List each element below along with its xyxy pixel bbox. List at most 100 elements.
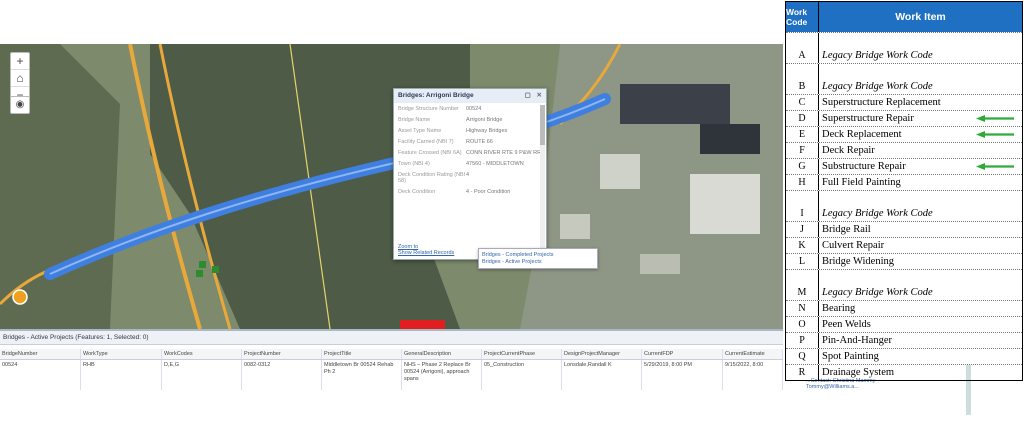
- table-row[interactable]: 00524 RHB D,E,G 0082-0312 Middletown Br …: [0, 360, 783, 390]
- popup-field: Town (NBI 4) 47560 - MIDDLETOWN: [398, 161, 542, 167]
- column-header[interactable]: WorkCodes: [162, 349, 242, 359]
- work-item: Drainage System: [819, 365, 1022, 380]
- work-item: Bearing: [819, 301, 1022, 316]
- popup-field: Feature Crossed (NBI 6A) CONN RIVER RTE 9…: [398, 150, 542, 156]
- work-code: D: [786, 111, 819, 126]
- work-code: A: [786, 33, 819, 63]
- green-arrow-icon: [976, 163, 1014, 170]
- table-cell: Lonsdale,Randall K: [562, 360, 642, 390]
- work-item: Culvert Repair: [819, 238, 1022, 253]
- work-code: R: [786, 365, 819, 380]
- work-code-row: B Legacy Bridge Work Code: [786, 63, 1022, 94]
- work-item: Legacy Bridge Work Code: [819, 64, 1022, 94]
- table-cell: Middletown Br 00524 Rehab Ph 2: [322, 360, 402, 390]
- work-code-row: K Culvert Repair: [786, 237, 1022, 253]
- work-code-header: Work Code Work Item: [786, 2, 1022, 32]
- work-code-row: F Deck Repair: [786, 142, 1022, 158]
- work-code-row: I Legacy Bridge Work Code: [786, 190, 1022, 221]
- close-icon[interactable]: ✕: [537, 92, 542, 99]
- feature-popup: Bridges: Arrigoni Bridge ▢ ✕ Bridge Stru…: [393, 88, 547, 260]
- column-header[interactable]: CurrentEstimate: [723, 349, 783, 359]
- field-label: Deck Condition Rating (NBI 58): [398, 172, 466, 184]
- work-item: Spot Painting: [819, 349, 1022, 364]
- table-cell: D,E,G: [162, 360, 242, 390]
- field-value: CONN RIVER RTE 9 P&W RR: [466, 150, 542, 156]
- column-header[interactable]: ProjectTitle: [322, 349, 402, 359]
- work-code-row: P Pin-And-Hanger: [786, 332, 1022, 348]
- work-item-label: Superstructure Repair: [822, 113, 914, 124]
- maximize-icon[interactable]: ▢: [525, 92, 531, 99]
- work-code-row: J Bridge Rail: [786, 221, 1022, 237]
- field-label: Feature Crossed (NBI 6A): [398, 150, 462, 156]
- column-header[interactable]: ProjectCurrentPhase: [482, 349, 562, 359]
- column-header[interactable]: GeneralDescription: [402, 349, 482, 359]
- menu-item-completed-projects[interactable]: Bridges - Completed Projects: [482, 252, 594, 258]
- popup-links: Zoom to Show Related Records: [398, 244, 454, 256]
- plus-icon[interactable]: +: [11, 53, 29, 70]
- active-project-segment[interactable]: [400, 320, 445, 329]
- field-value: 00524: [466, 106, 482, 112]
- work-code-header-code: Work Code: [786, 2, 819, 32]
- work-code: I: [786, 191, 819, 221]
- column-header[interactable]: WorkType: [81, 349, 162, 359]
- related-records-menu: Bridges - Completed Projects Bridges - A…: [478, 248, 598, 269]
- work-code-row: L Bridge Widening: [786, 253, 1022, 269]
- field-value: 4 - Poor Condition: [466, 189, 511, 195]
- work-item: Bridge Rail: [819, 222, 1022, 237]
- work-code: P: [786, 333, 819, 348]
- work-item-label: Bridge Widening: [822, 256, 894, 267]
- work-item-label: Superstructure Replacement: [822, 97, 941, 108]
- field-value: 47560 - MIDDLETOWN: [466, 161, 524, 167]
- work-code-row: E Deck Replacement: [786, 126, 1022, 142]
- show-related-records-link[interactable]: Show Related Records: [398, 250, 454, 256]
- work-code: O: [786, 317, 819, 332]
- table-title: Bridges - Active Projects (Features: 1, …: [0, 331, 783, 345]
- popup-field: Deck Condition 4 - Poor Condition: [398, 189, 542, 195]
- work-item-label: Legacy Bridge Work Code: [822, 287, 933, 298]
- field-value: ROUTE 66: [466, 139, 493, 145]
- work-item-label: Pin-And-Hanger: [822, 335, 892, 346]
- locate-icon[interactable]: ◉: [10, 96, 30, 114]
- work-code: H: [786, 175, 819, 190]
- table-cell: 00524: [0, 360, 81, 390]
- work-code-row: M Legacy Bridge Work Code: [786, 269, 1022, 300]
- work-item: Superstructure Replacement: [819, 95, 1022, 110]
- green-arrow-icon: [976, 131, 1014, 138]
- green-arrow-icon: [976, 115, 1014, 122]
- attribute-table: BridgeNumber WorkType WorkCodes ProjectN…: [0, 349, 783, 390]
- work-code-row: D Superstructure Repair: [786, 110, 1022, 126]
- column-header[interactable]: ProjectNumber: [242, 349, 322, 359]
- aerial-imagery: [0, 44, 783, 329]
- popup-header: Bridges: Arrigoni Bridge ▢ ✕: [394, 89, 546, 103]
- attribute-table-panel: Bridges - Active Projects (Features: 1, …: [0, 329, 783, 421]
- work-item: Legacy Bridge Work Code: [819, 270, 1022, 300]
- work-code-row: C Superstructure Replacement: [786, 94, 1022, 110]
- work-code-row: A Legacy Bridge Work Code: [786, 32, 1022, 63]
- work-item-label: Peen Welds: [822, 319, 871, 330]
- work-code: E: [786, 127, 819, 142]
- column-header[interactable]: DesignProjectManager: [562, 349, 642, 359]
- column-header[interactable]: BridgeNumber: [0, 349, 81, 359]
- work-item: Deck Replacement: [819, 127, 1022, 142]
- popup-field: Bridge Structure Number 00524: [398, 106, 542, 112]
- field-label: Bridge Structure Number: [398, 106, 459, 112]
- field-label: Town (NBI 4): [398, 161, 430, 167]
- field-label: Facility Carried (NBI 7): [398, 139, 454, 145]
- map-view[interactable]: + ⌂ − ◉: [0, 44, 783, 329]
- table-cell: 9/15/2022, 8:00: [723, 360, 783, 390]
- work-code-row: N Bearing: [786, 300, 1022, 316]
- table-cell: 0082-0312: [242, 360, 322, 390]
- field-value: Arrigoni Bridge: [466, 117, 503, 123]
- column-header[interactable]: CurrentFDP: [642, 349, 723, 359]
- work-item: Legacy Bridge Work Code: [819, 191, 1022, 221]
- table-cell: 5/29/2019, 8:00 PM: [642, 360, 723, 390]
- work-item-label: Deck Repair: [822, 145, 875, 156]
- menu-item-active-projects[interactable]: Bridges - Active Projects: [482, 259, 594, 265]
- home-icon[interactable]: ⌂: [11, 70, 29, 87]
- work-code-row: O Peen Welds: [786, 316, 1022, 332]
- work-item-label: Bearing: [822, 303, 856, 314]
- popup-scrollbar[interactable]: [540, 105, 545, 255]
- location-marker-icon[interactable]: [12, 289, 28, 305]
- work-code: C: [786, 95, 819, 110]
- table-cell: RHB: [81, 360, 162, 390]
